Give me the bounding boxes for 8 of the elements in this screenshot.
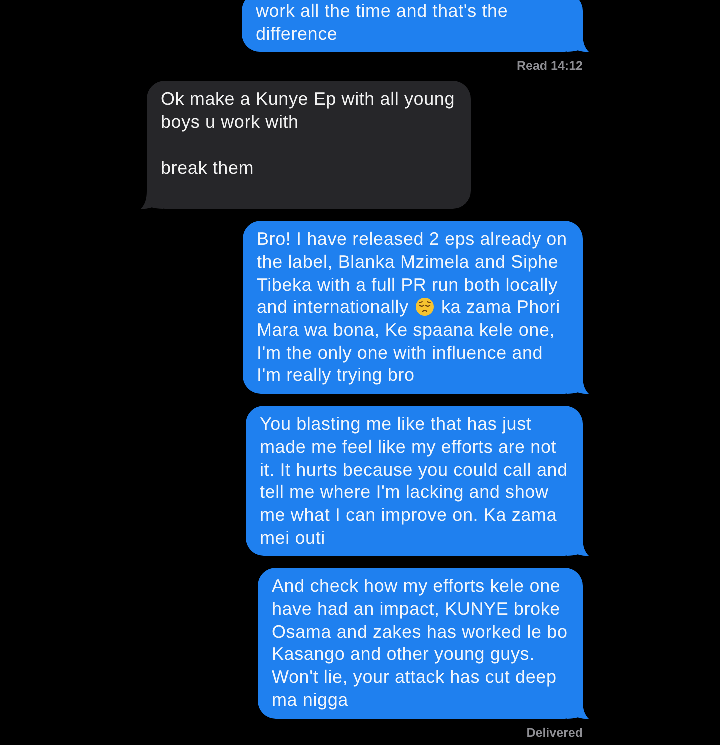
message-text: And check how my efforts kele one have had an impact, KUNYE broke Osama and zakes has worked le bo Kasango and other young guys. Won't lie, your attack has cut deep ma nigga — [272, 575, 569, 712]
message-text: Bro! I have released 2 eps already on the label, Blanka Mzimela and Siphe Tibeka with a full PR run both locally and internationally ka zama Phori Mara wa bona, Ke spaana kele one, I'm the only one with influence and I'm really trying bro — [257, 228, 568, 388]
delivery-status: Read 14:12 — [516, 59, 583, 74]
message-text: You blasting me like that has just made me feel like my efforts are not it. It hurts because you could call and tell me where I'm lacking and show me what I can improve on. Ka zama mei outi — [260, 413, 569, 550]
message-text: Ok make a Kunye Ep with all young boys u work with break them — [161, 88, 456, 180]
message-text: work all the time and that's the difference — [256, 0, 510, 46]
delivery-status: Delivered — [526, 726, 583, 741]
pensive-face-icon — [416, 298, 434, 316]
